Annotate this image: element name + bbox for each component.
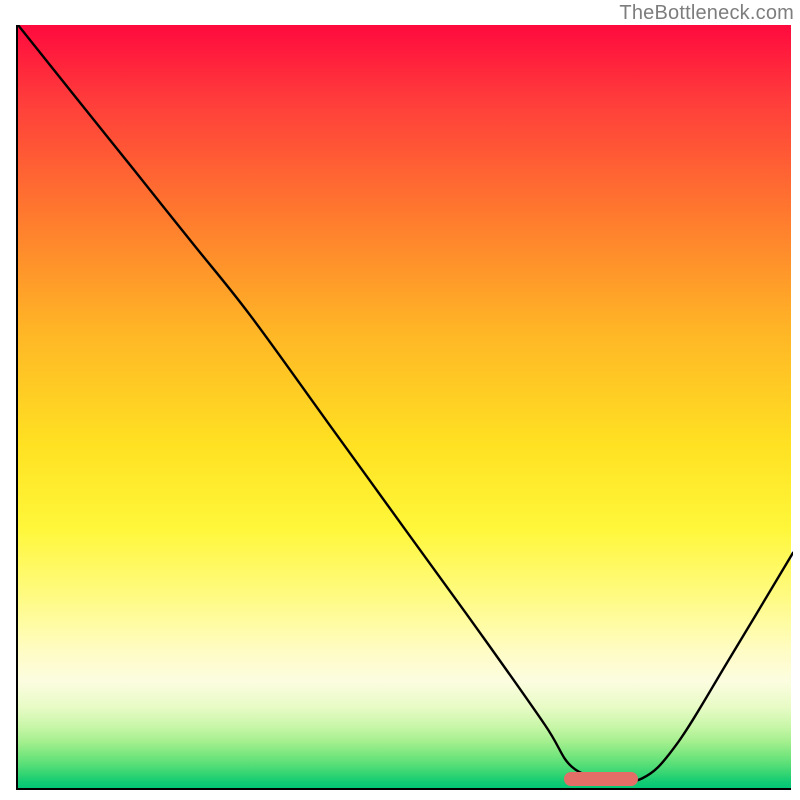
watermark-text: TheBottleneck.com [619, 2, 794, 25]
curve-svg [18, 25, 793, 790]
plot-area [16, 25, 791, 790]
optimal-range-marker [564, 772, 638, 786]
bottleneck-curve [18, 25, 793, 782]
chart-container: TheBottleneck.com [0, 0, 800, 800]
